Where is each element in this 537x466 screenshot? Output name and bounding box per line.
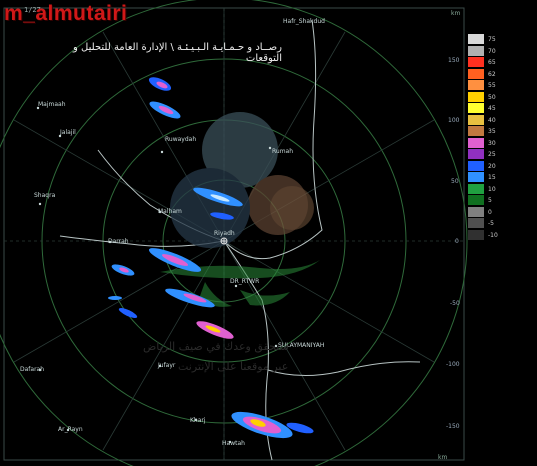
road-southeast: [267, 361, 421, 377]
place-label: Riyadh: [214, 230, 235, 237]
legend-value: 20: [488, 162, 496, 170]
axis-tick: 50: [451, 178, 459, 185]
place-label: Hafr_Shakdud: [283, 18, 325, 25]
legend-value: -10: [488, 231, 498, 239]
legend-swatch: [468, 229, 484, 240]
legend-swatch: [468, 103, 484, 113]
legend-swatch: [468, 218, 484, 228]
place-label: Jufayr: [158, 362, 176, 369]
axis-tick: 100: [448, 117, 460, 124]
legend-value: 15: [488, 174, 496, 181]
place-label: Jalajil: [60, 129, 76, 136]
place-label: DR_RTWR: [230, 278, 260, 285]
place-label: Rumah: [272, 148, 294, 155]
legend-swatch: [468, 206, 484, 217]
place-label: Ruwaydah: [165, 136, 197, 143]
legend-swatch: [468, 114, 484, 125]
place-label: Malham: [158, 208, 182, 215]
legend-value: 35: [488, 128, 496, 135]
legend-swatch: [468, 172, 484, 182]
place-label: Hawtah: [222, 440, 245, 447]
legend-value: 70: [488, 47, 496, 55]
axis-tick: 0: [455, 238, 459, 245]
legend-swatch: [468, 126, 484, 136]
radar-display: 1/27 m_almutairi رصــاد و حـمـايـة الـبـ…: [0, 0, 537, 466]
legend-value: 0: [488, 208, 492, 216]
legend-swatch: [468, 137, 484, 148]
planet-overlay: [170, 112, 314, 248]
legend-swatch: [468, 183, 484, 194]
place-label: Kharj: [190, 417, 206, 424]
legend-swatch: [468, 80, 484, 90]
legend-swatch: [468, 160, 484, 171]
legend-value: 65: [488, 59, 496, 66]
axis-tick: 150: [448, 57, 460, 64]
radar-map: [0, 0, 468, 466]
place-label: Darrah: [108, 238, 129, 245]
legend-value: -5: [488, 220, 494, 227]
legend-value: 10: [488, 185, 496, 193]
watermark-logo: m_almutairi: [4, 2, 128, 25]
reflectivity-legend: 75 70 65 62 55 50 45 40 35 30 25 20 15 10 5 0 -5 -10: [468, 34, 512, 248]
legend-value: 50: [488, 93, 496, 101]
axis-tick: -100: [446, 361, 460, 368]
legend-value: 62: [488, 70, 496, 78]
km-label-top: km: [451, 10, 461, 17]
legend-value: 40: [488, 116, 496, 124]
place-label: Shaqra: [34, 192, 56, 199]
legend-value: 25: [488, 151, 496, 158]
legend-swatch: [468, 195, 484, 205]
legend-swatch: [468, 68, 484, 79]
legend-swatch: [468, 57, 484, 67]
km-label-bottom: km: [438, 454, 448, 461]
axis-tick: -150: [446, 423, 460, 430]
legend-value: 30: [488, 139, 496, 147]
place-label: Dafarah: [20, 366, 45, 373]
legend-swatch: [468, 34, 484, 44]
overlay-text-2: عبر موقعنا على الإنترنت: [178, 360, 289, 373]
place-label: Majmaah: [38, 101, 66, 108]
legend-swatch: [468, 91, 484, 102]
legend-swatch: [468, 45, 484, 56]
legend-swatch: [468, 149, 484, 159]
legend-value: 5: [488, 197, 492, 204]
radar-site-marker: [220, 237, 228, 245]
legend-value: 55: [488, 82, 496, 89]
axis-tick: -50: [450, 300, 460, 307]
legend-value: 45: [488, 105, 496, 112]
agency-subtitle: رصــاد و حـمـايـة الـبـيـئـة \ الإدارة ا…: [73, 42, 282, 64]
legend-value: 75: [488, 36, 496, 43]
place-label: Ar_Rayn: [58, 426, 83, 433]
overlay-text-1: ستحقق وعدك في صيف الرياض: [143, 340, 289, 353]
